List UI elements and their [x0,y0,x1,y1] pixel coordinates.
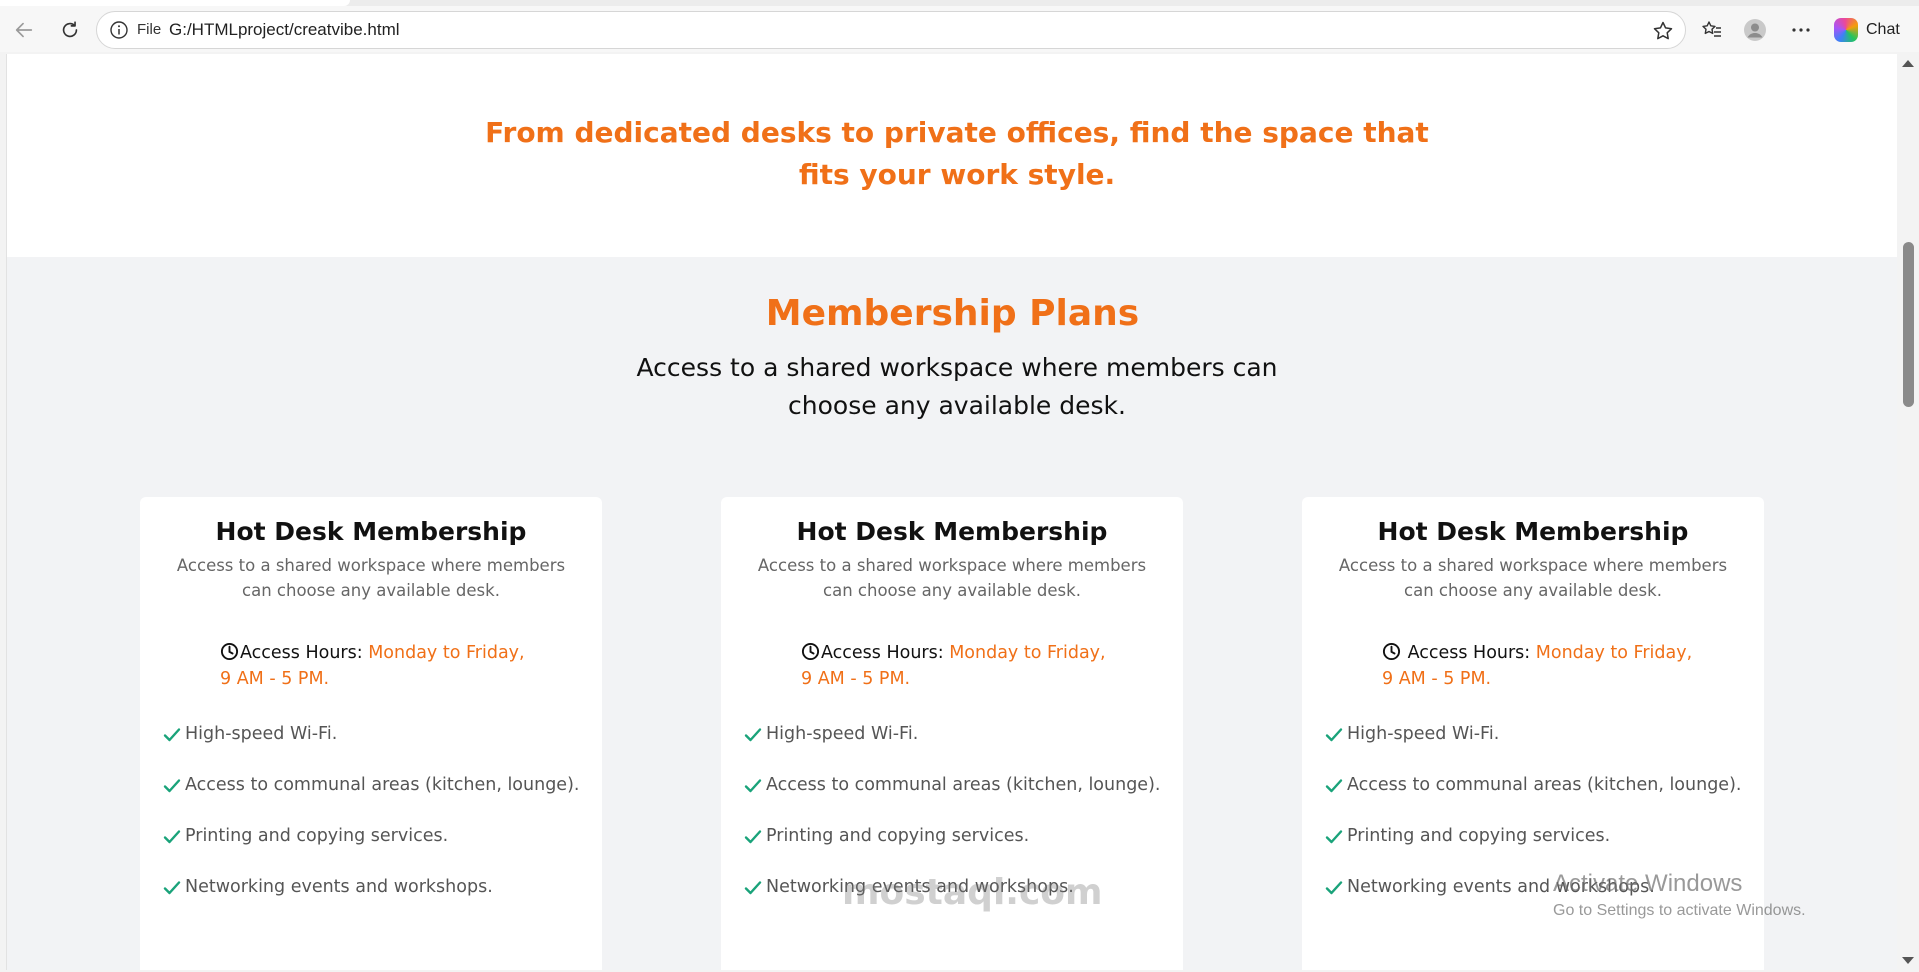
check-icon [163,779,181,793]
check-icon [744,830,762,844]
hero-section: From dedicated desks to private offices,… [7,54,1897,257]
check-icon [744,881,762,895]
access-hours: Access Hours: Monday to Friday, 9 AM - 5… [220,640,560,692]
back-icon [15,22,33,38]
star-icon[interactable] [1651,19,1675,43]
feature-text: High-speed Wi-Fi. [766,724,919,744]
feature-item: Networking events and workshops. [162,877,592,928]
hero-tagline: From dedicated desks to private offices,… [485,116,1429,191]
scroll-down-arrow[interactable] [1902,957,1914,964]
plans-subtitle: Access to a shared workspace where membe… [636,353,1278,420]
access-hours: Access Hours: Monday to Friday, 9 AM - 5… [1382,640,1722,692]
check-icon [744,728,762,742]
clock-icon [220,642,239,661]
copilot-chat-button[interactable]: Chat [1832,14,1912,46]
check-icon [1325,881,1343,895]
feature-item: Access to communal areas (kitchen, loung… [743,775,1173,826]
activate-windows-subtitle: Go to Settings to activate Windows. [1553,902,1806,919]
copilot-icon [1834,18,1858,42]
feature-item: High-speed Wi-Fi. [1324,724,1754,775]
page-viewport: From dedicated desks to private offices,… [6,54,1897,970]
feature-text: Access to communal areas (kitchen, loung… [766,775,1161,795]
plan-card-title: Hot Desk Membership [796,517,1108,546]
vertical-scrollbar[interactable] [1897,54,1919,970]
access-hours-time: 9 AM - 5 PM. [801,669,911,689]
scroll-up-arrow[interactable] [1902,60,1914,67]
feature-text: Printing and copying services. [766,826,1030,846]
refresh-button[interactable] [54,14,86,46]
check-icon [1325,779,1343,793]
scrollbar-thumb[interactable] [1903,242,1914,407]
activate-windows-title: Activate Windows [1553,870,1743,897]
feature-text: Printing and copying services. [1347,826,1611,846]
plan-card-description: Access to a shared workspace where membe… [757,556,1147,600]
access-hours: Access Hours: Monday to Friday, 9 AM - 5… [801,640,1141,692]
feature-item: Access to communal areas (kitchen, loung… [1324,775,1754,826]
scheme-label: File [137,21,162,38]
more-button[interactable] [1787,16,1815,44]
check-icon [744,779,762,793]
feature-list: High-speed Wi-Fi. Access to communal are… [162,724,592,928]
access-hours-label: Access Hours: [240,643,369,663]
feature-item: Printing and copying services. [743,826,1173,877]
access-hours-time: 9 AM - 5 PM. [220,669,330,689]
check-icon [1325,830,1343,844]
plan-card-description: Access to a shared workspace where membe… [176,556,566,600]
plan-card-description: Access to a shared workspace where membe… [1338,556,1728,600]
check-icon [163,830,181,844]
address-bar[interactable]: File G:/HTMLproject/creatvibe.html [96,11,1686,49]
plans-title: Membership Plans [765,293,1140,334]
profile-button[interactable] [1741,16,1769,44]
feature-text: Networking events and workshops. [185,877,493,897]
chat-label: Chat [1866,21,1900,38]
membership-plans-section: Membership Plans Access to a shared work… [7,257,1897,970]
feature-item: Access to communal areas (kitchen, loung… [162,775,592,826]
profile-icon [1744,19,1766,41]
feature-item: Printing and copying services. [162,826,592,877]
watermark: mostaql.com [842,872,1103,913]
clock-icon [1382,642,1401,661]
plan-card-title: Hot Desk Membership [1377,517,1689,546]
refresh-icon [62,21,78,38]
favorites-icon [1702,21,1721,37]
plan-card-title: Hot Desk Membership [215,517,527,546]
plan-card: Hot Desk Membership Access to a shared w… [140,497,602,970]
feature-text: Printing and copying services. [185,826,449,846]
access-hours-days: Monday to Friday, [368,643,525,663]
feature-text: High-speed Wi-Fi. [1347,724,1500,744]
activate-windows-notice: Activate Windows Go to Settings to activ… [1553,870,1806,920]
feature-text: High-speed Wi-Fi. [185,724,338,744]
check-icon [1325,728,1343,742]
check-icon [163,728,181,742]
access-hours-label: Access Hours: [1402,643,1536,663]
check-icon [163,881,181,895]
feature-text: Access to communal areas (kitchen, loung… [185,775,580,795]
more-icon [1792,28,1810,32]
info-icon[interactable] [109,20,129,40]
feature-text: Access to communal areas (kitchen, loung… [1347,775,1742,795]
access-hours-label: Access Hours: [821,643,950,663]
access-hours-days: Monday to Friday, [1535,643,1693,663]
access-hours-time: 9 AM - 5 PM. [1382,669,1492,689]
url-text[interactable]: G:/HTMLproject/creatvibe.html [169,20,400,40]
browser-toolbar: File G:/HTMLproject/creatvibe.html Chat [0,6,1919,52]
access-hours-days: Monday to Friday, [949,643,1106,663]
feature-item: High-speed Wi-Fi. [743,724,1173,775]
feature-item: High-speed Wi-Fi. [162,724,592,775]
favorites-button[interactable] [1698,16,1726,44]
back-button[interactable] [8,14,40,46]
clock-icon [801,642,820,661]
